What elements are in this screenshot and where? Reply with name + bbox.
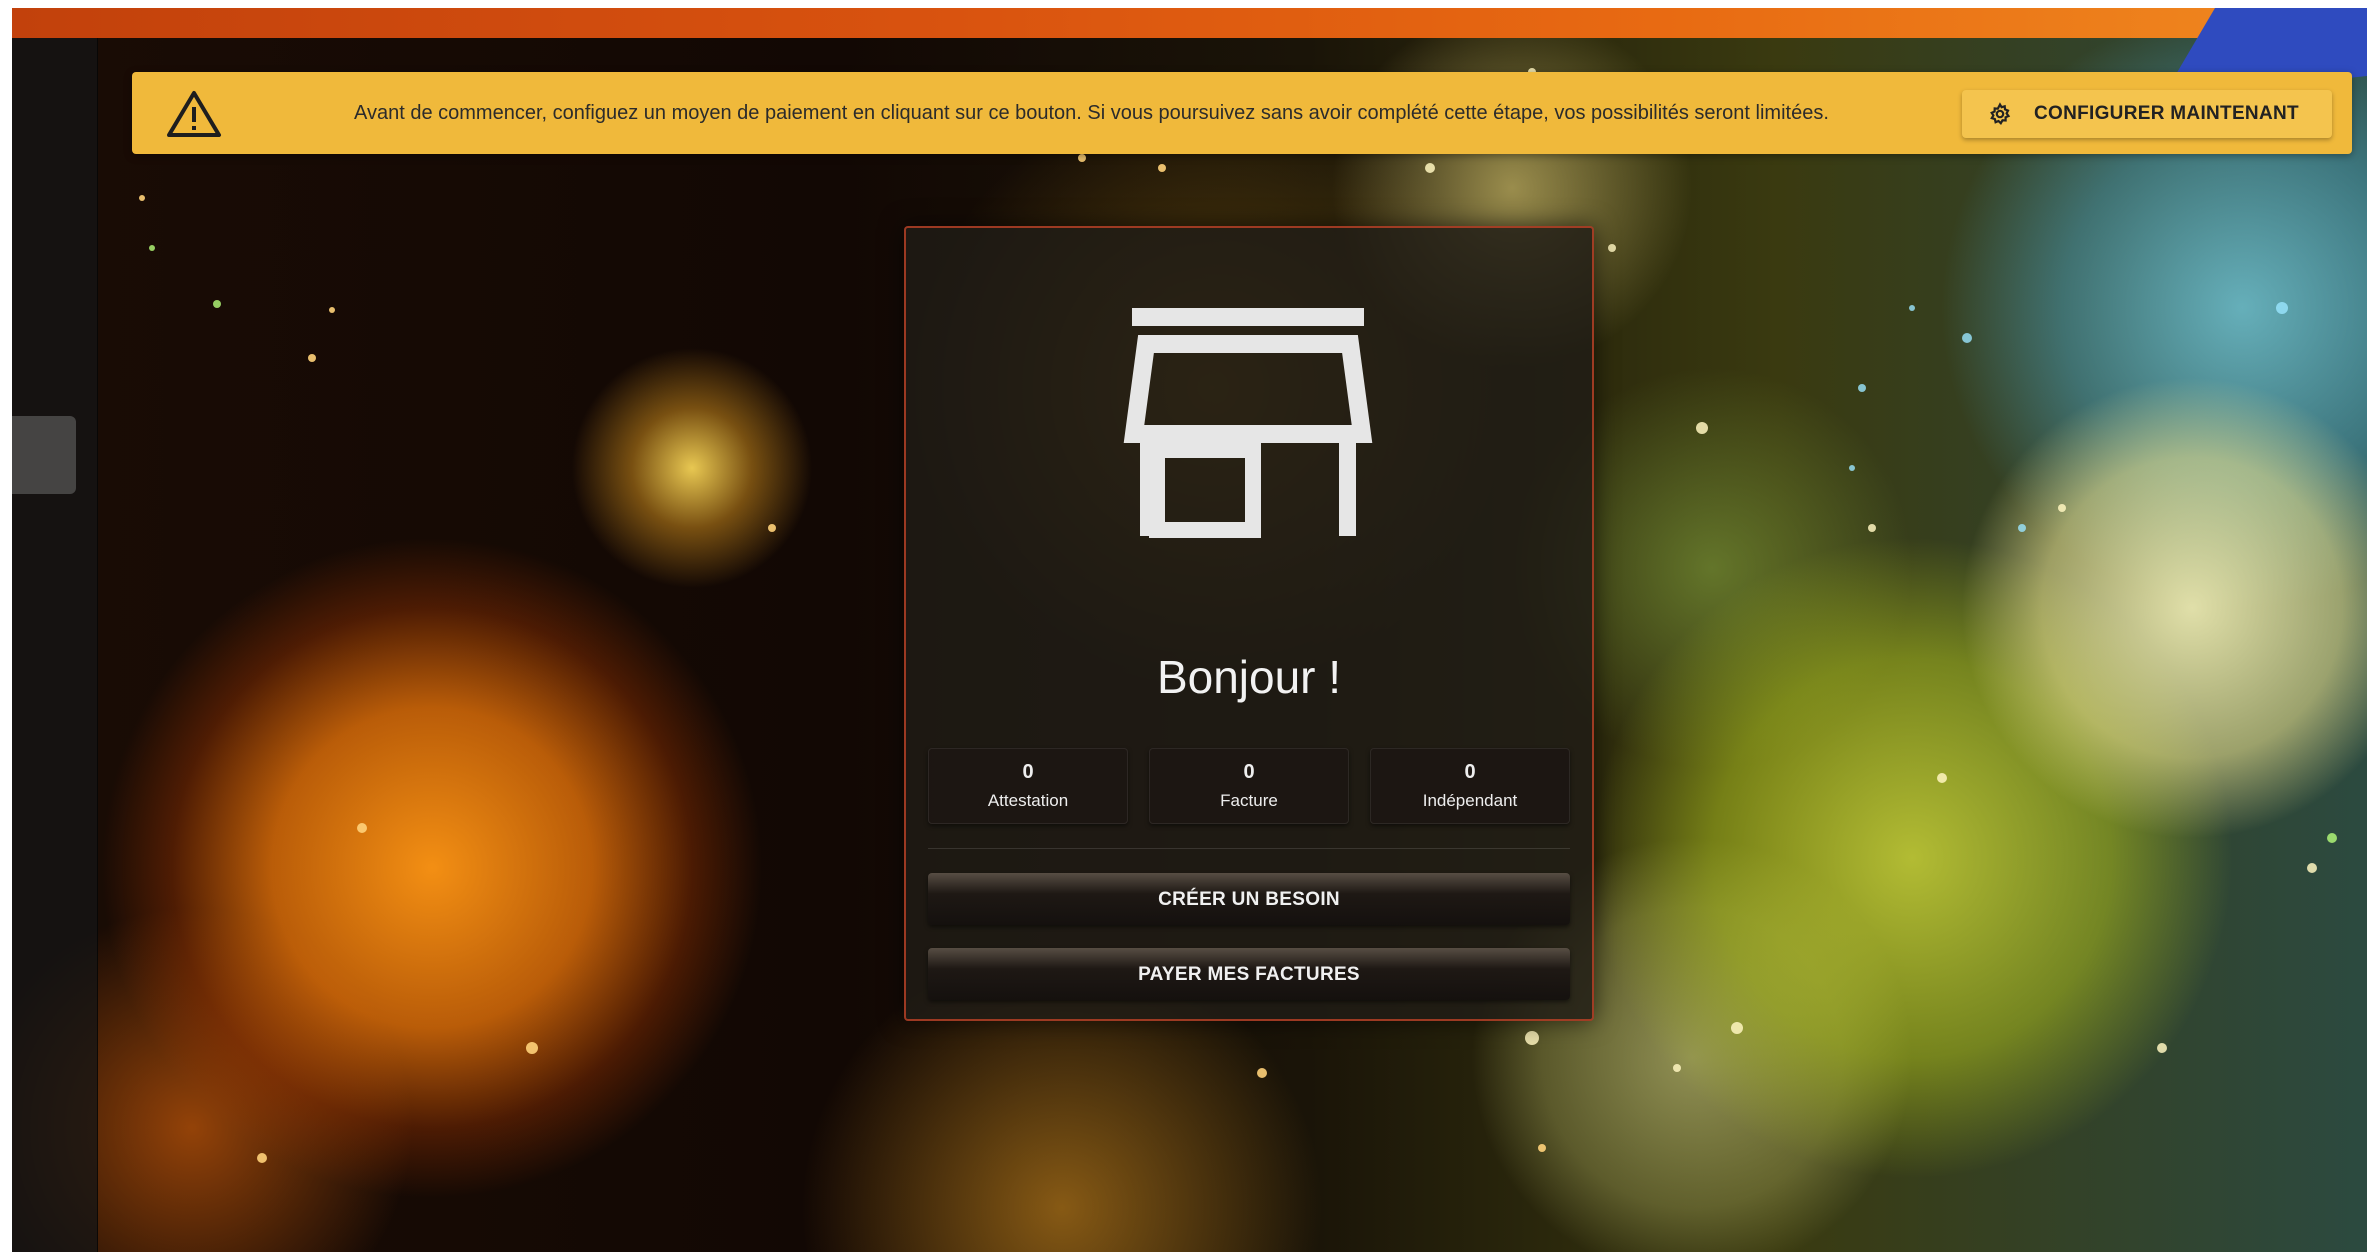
stat-facture[interactable]: 0 Facture <box>1149 748 1349 824</box>
top-accent-bar <box>12 8 2367 38</box>
card-divider <box>928 848 1570 849</box>
gear-icon <box>1988 102 2012 126</box>
stat-attestation-label: Attestation <box>987 791 1069 810</box>
stat-independant-label: Indépendant <box>1422 791 1518 810</box>
storefront-icon <box>1118 300 1378 540</box>
dashboard-screen: Avant de commencer, configuez un moyen d… <box>12 8 2367 1252</box>
stat-independant[interactable]: 0 Indépendant <box>1370 748 1570 824</box>
sidebar-item-active[interactable] <box>12 416 76 494</box>
sidebar <box>12 38 98 1252</box>
warning-triangle-icon <box>166 90 222 138</box>
stat-facture-count: 0 <box>1243 761 1255 783</box>
app-viewport: Avant de commencer, configuez un moyen d… <box>0 0 2367 1254</box>
stat-independant-count: 0 <box>1464 761 1476 783</box>
create-need-button[interactable]: CRÉER UN BESOIN <box>928 873 1570 925</box>
configure-now-button[interactable]: CONFIGURER MAINTENANT <box>1962 90 2332 138</box>
greeting-title: Bonjour ! <box>1156 651 1342 703</box>
welcome-card: Bonjour ! 0 Attestation 0 Facture 0 Indé… <box>904 226 1594 1021</box>
configure-now-label: CONFIGURER MAINTENANT <box>2034 103 2299 124</box>
stat-attestation[interactable]: 0 Attestation <box>928 748 1128 824</box>
pay-invoices-button[interactable]: PAYER MES FACTURES <box>928 948 1570 1000</box>
stat-facture-label: Facture <box>1220 791 1278 810</box>
stat-attestation-count: 0 <box>1022 761 1034 783</box>
payment-warning-banner: Avant de commencer, configuez un moyen d… <box>132 72 2352 154</box>
warning-message: Avant de commencer, configuez un moyen d… <box>354 102 1829 124</box>
